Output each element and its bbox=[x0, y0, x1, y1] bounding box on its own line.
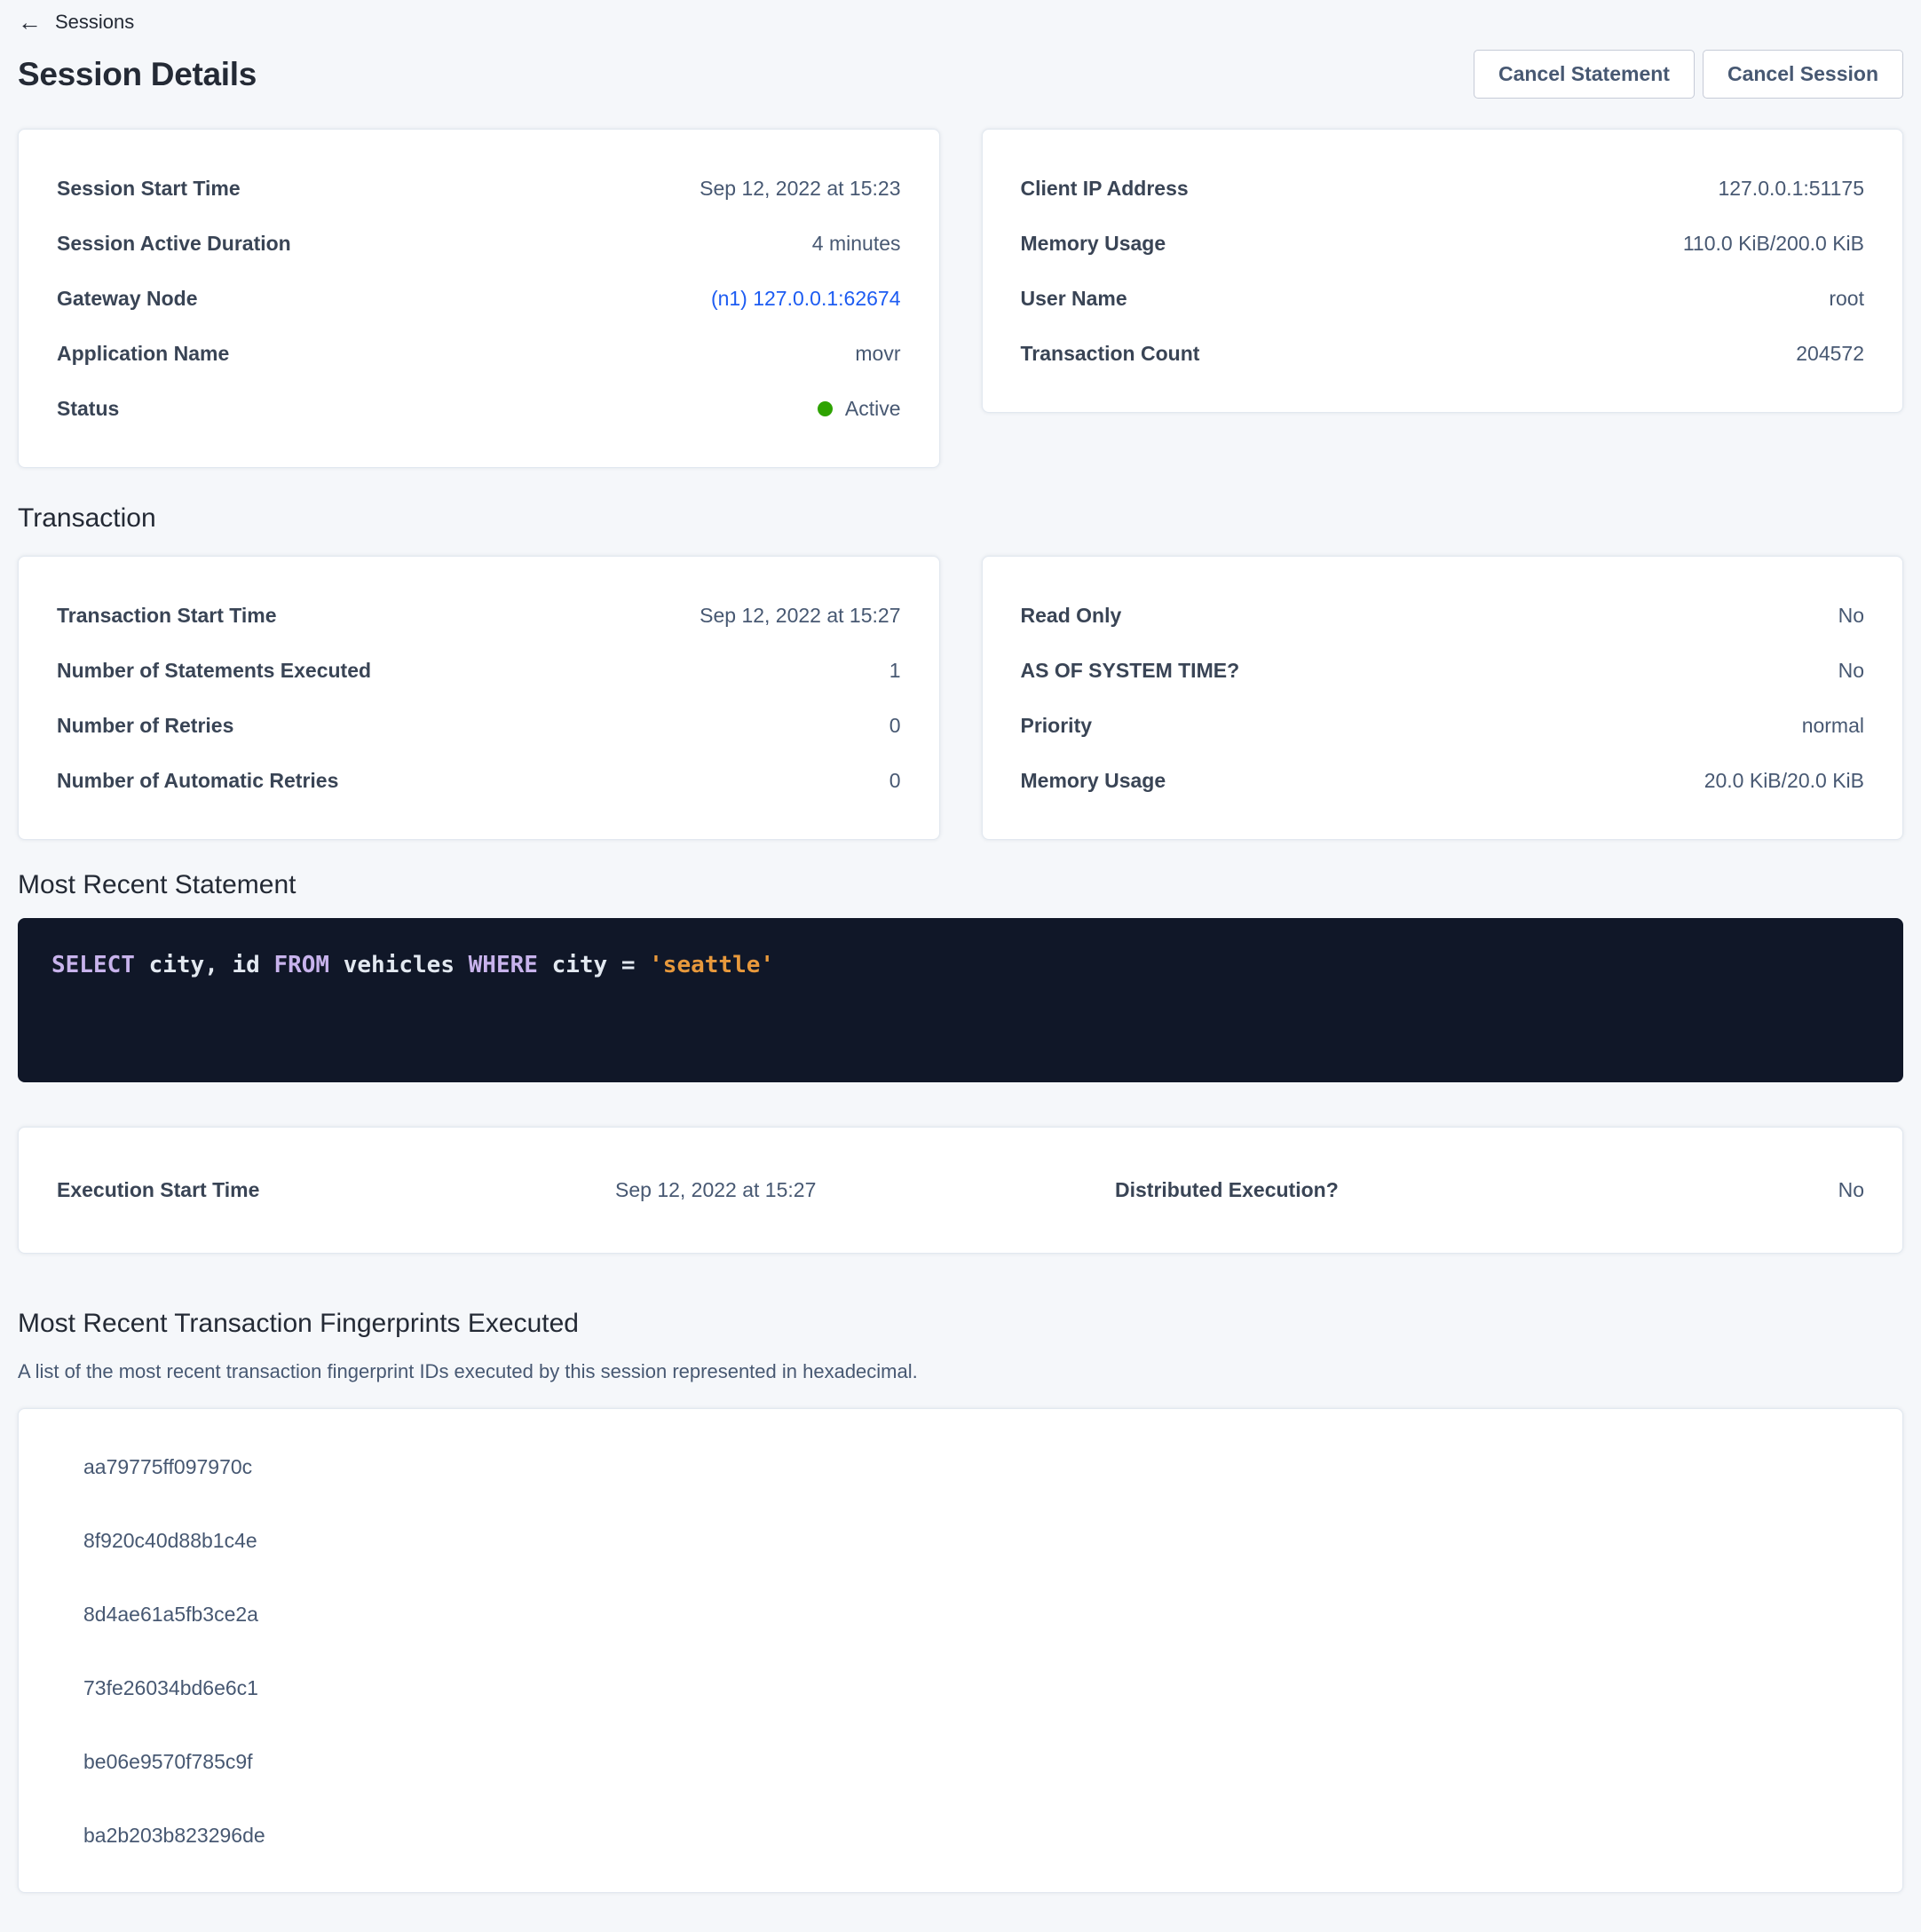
session-summary-section: Session Start Time Sep 12, 2022 at 15:23… bbox=[18, 129, 1903, 468]
row-automatic-retries: Number of Automatic Retries 0 bbox=[57, 753, 901, 808]
fingerprints-section-heading: Most Recent Transaction Fingerprints Exe… bbox=[18, 1309, 1903, 1339]
row-label: AS OF SYSTEM TIME? bbox=[1021, 657, 1240, 684]
breadcrumb[interactable]: ← Sessions bbox=[18, 0, 134, 34]
row-statements-executed: Number of Statements Executed 1 bbox=[57, 643, 901, 698]
row-label: Transaction Start Time bbox=[57, 602, 277, 629]
row-status: Status Active bbox=[57, 381, 901, 436]
row-value: root bbox=[1829, 285, 1864, 312]
sql-keyword: SELECT bbox=[51, 952, 135, 978]
row-value: movr bbox=[855, 340, 900, 367]
row-value: 0 bbox=[889, 712, 901, 739]
row-value: 4 minutes bbox=[812, 230, 901, 257]
row-session-start-time: Session Start Time Sep 12, 2022 at 15:23 bbox=[57, 161, 901, 216]
fingerprint-item: 73fe26034bd6e6c1 bbox=[19, 1651, 1902, 1725]
sql-text: city, id bbox=[135, 952, 274, 978]
row-value: Sep 12, 2022 at 15:27 bbox=[700, 602, 900, 629]
row-gateway-node: Gateway Node (n1) 127.0.0.1:62674 bbox=[57, 271, 901, 326]
row-session-active-duration: Session Active Duration 4 minutes bbox=[57, 216, 901, 271]
row-label: Session Active Duration bbox=[57, 230, 291, 257]
status-badge: Active bbox=[845, 395, 901, 422]
execution-start-time-label: Execution Start Time bbox=[57, 1178, 615, 1202]
transaction-section: Transaction Start Time Sep 12, 2022 at 1… bbox=[18, 556, 1903, 840]
row-value: 1 bbox=[889, 657, 901, 684]
fingerprint-item: aa79775ff097970c bbox=[19, 1430, 1902, 1504]
page-title: Session Details bbox=[18, 56, 257, 93]
status-active-dot bbox=[818, 401, 833, 416]
session-summary-card-right: Client IP Address 127.0.0.1:51175 Memory… bbox=[982, 129, 1904, 413]
row-label: Memory Usage bbox=[1021, 230, 1166, 257]
row-value: normal bbox=[1802, 712, 1864, 739]
row-label: Priority bbox=[1021, 712, 1093, 739]
row-value: 0 bbox=[889, 767, 901, 794]
sql-text: city = bbox=[538, 952, 649, 978]
row-txn-memory-usage: Memory Usage 20.0 KiB/20.0 KiB bbox=[1021, 753, 1865, 808]
row-as-of-system-time: AS OF SYSTEM TIME? No bbox=[1021, 643, 1865, 698]
status-cell: Active bbox=[818, 395, 901, 422]
header-buttons: Cancel Statement Cancel Session bbox=[1474, 50, 1903, 99]
row-label: Number of Automatic Retries bbox=[57, 767, 338, 794]
row-value: 20.0 KiB/20.0 KiB bbox=[1704, 767, 1864, 794]
breadcrumb-sessions-link[interactable]: Sessions bbox=[55, 11, 134, 34]
sql-keyword: WHERE bbox=[469, 952, 538, 978]
row-label: Application Name bbox=[57, 340, 229, 367]
row-application-name: Application Name movr bbox=[57, 326, 901, 381]
execution-start-time-value: Sep 12, 2022 at 15:27 bbox=[615, 1178, 1115, 1202]
session-summary-card-left: Session Start Time Sep 12, 2022 at 15:23… bbox=[18, 129, 940, 468]
row-value: No bbox=[1838, 657, 1864, 684]
distributed-execution-label: Distributed Execution? bbox=[1115, 1178, 1339, 1202]
row-value: 110.0 KiB/200.0 KiB bbox=[1683, 230, 1864, 257]
row-label: Session Start Time bbox=[57, 175, 241, 202]
transaction-card-left: Transaction Start Time Sep 12, 2022 at 1… bbox=[18, 556, 940, 840]
fingerprints-card: aa79775ff097970c 8f920c40d88b1c4e 8d4ae6… bbox=[18, 1408, 1903, 1893]
fingerprint-item: be06e9570f785c9f bbox=[19, 1725, 1902, 1799]
row-memory-usage: Memory Usage 110.0 KiB/200.0 KiB bbox=[1021, 216, 1865, 271]
transaction-card-right: Read Only No AS OF SYSTEM TIME? No Prior… bbox=[982, 556, 1904, 840]
sql-statement-box: SELECT city, id FROM vehicles WHERE city… bbox=[18, 918, 1903, 1082]
execution-card: Execution Start Time Sep 12, 2022 at 15:… bbox=[18, 1127, 1903, 1254]
fingerprint-item: 8d4ae61a5fb3ce2a bbox=[19, 1578, 1902, 1651]
row-user-name: User Name root bbox=[1021, 271, 1865, 326]
row-label: Number of Retries bbox=[57, 712, 233, 739]
row-label: User Name bbox=[1021, 285, 1127, 312]
gateway-node-link[interactable]: (n1) 127.0.0.1:62674 bbox=[711, 285, 901, 312]
session-details-page: ← Sessions Session Details Cancel Statem… bbox=[0, 0, 1921, 1893]
sql-string-literal: 'seattle' bbox=[649, 952, 774, 978]
row-label: Memory Usage bbox=[1021, 767, 1166, 794]
cancel-session-button[interactable]: Cancel Session bbox=[1703, 50, 1903, 99]
sql-text: vehicles bbox=[329, 952, 469, 978]
row-label: Transaction Count bbox=[1021, 340, 1200, 367]
row-value: No bbox=[1838, 602, 1864, 629]
transaction-section-heading: Transaction bbox=[18, 503, 1903, 534]
distributed-execution-value: No bbox=[1339, 1178, 1864, 1202]
page-header: Session Details Cancel Statement Cancel … bbox=[18, 50, 1903, 99]
fingerprint-item: 8f920c40d88b1c4e bbox=[19, 1504, 1902, 1578]
row-value: Sep 12, 2022 at 15:23 bbox=[700, 175, 900, 202]
sql-keyword: FROM bbox=[273, 952, 329, 978]
statement-section-heading: Most Recent Statement bbox=[18, 870, 1903, 900]
row-label: Read Only bbox=[1021, 602, 1122, 629]
row-read-only: Read Only No bbox=[1021, 588, 1865, 643]
row-transaction-count: Transaction Count 204572 bbox=[1021, 326, 1865, 381]
sql-statement: SELECT city, id FROM vehicles WHERE city… bbox=[51, 950, 1870, 980]
row-label: Number of Statements Executed bbox=[57, 657, 371, 684]
row-label: Client IP Address bbox=[1021, 175, 1189, 202]
cancel-statement-button[interactable]: Cancel Statement bbox=[1474, 50, 1695, 99]
row-client-ip-address: Client IP Address 127.0.0.1:51175 bbox=[1021, 161, 1865, 216]
row-label: Gateway Node bbox=[57, 285, 198, 312]
row-transaction-start-time: Transaction Start Time Sep 12, 2022 at 1… bbox=[57, 588, 901, 643]
row-priority: Priority normal bbox=[1021, 698, 1865, 753]
row-label: Status bbox=[57, 395, 119, 422]
row-value: 204572 bbox=[1796, 340, 1864, 367]
fingerprints-description: A list of the most recent transaction fi… bbox=[18, 1358, 1903, 1385]
fingerprint-item: ba2b203b823296de bbox=[19, 1799, 1902, 1873]
row-number-of-retries: Number of Retries 0 bbox=[57, 698, 901, 753]
back-arrow-icon[interactable]: ← bbox=[18, 12, 42, 32]
row-value: 127.0.0.1:51175 bbox=[1718, 175, 1864, 202]
